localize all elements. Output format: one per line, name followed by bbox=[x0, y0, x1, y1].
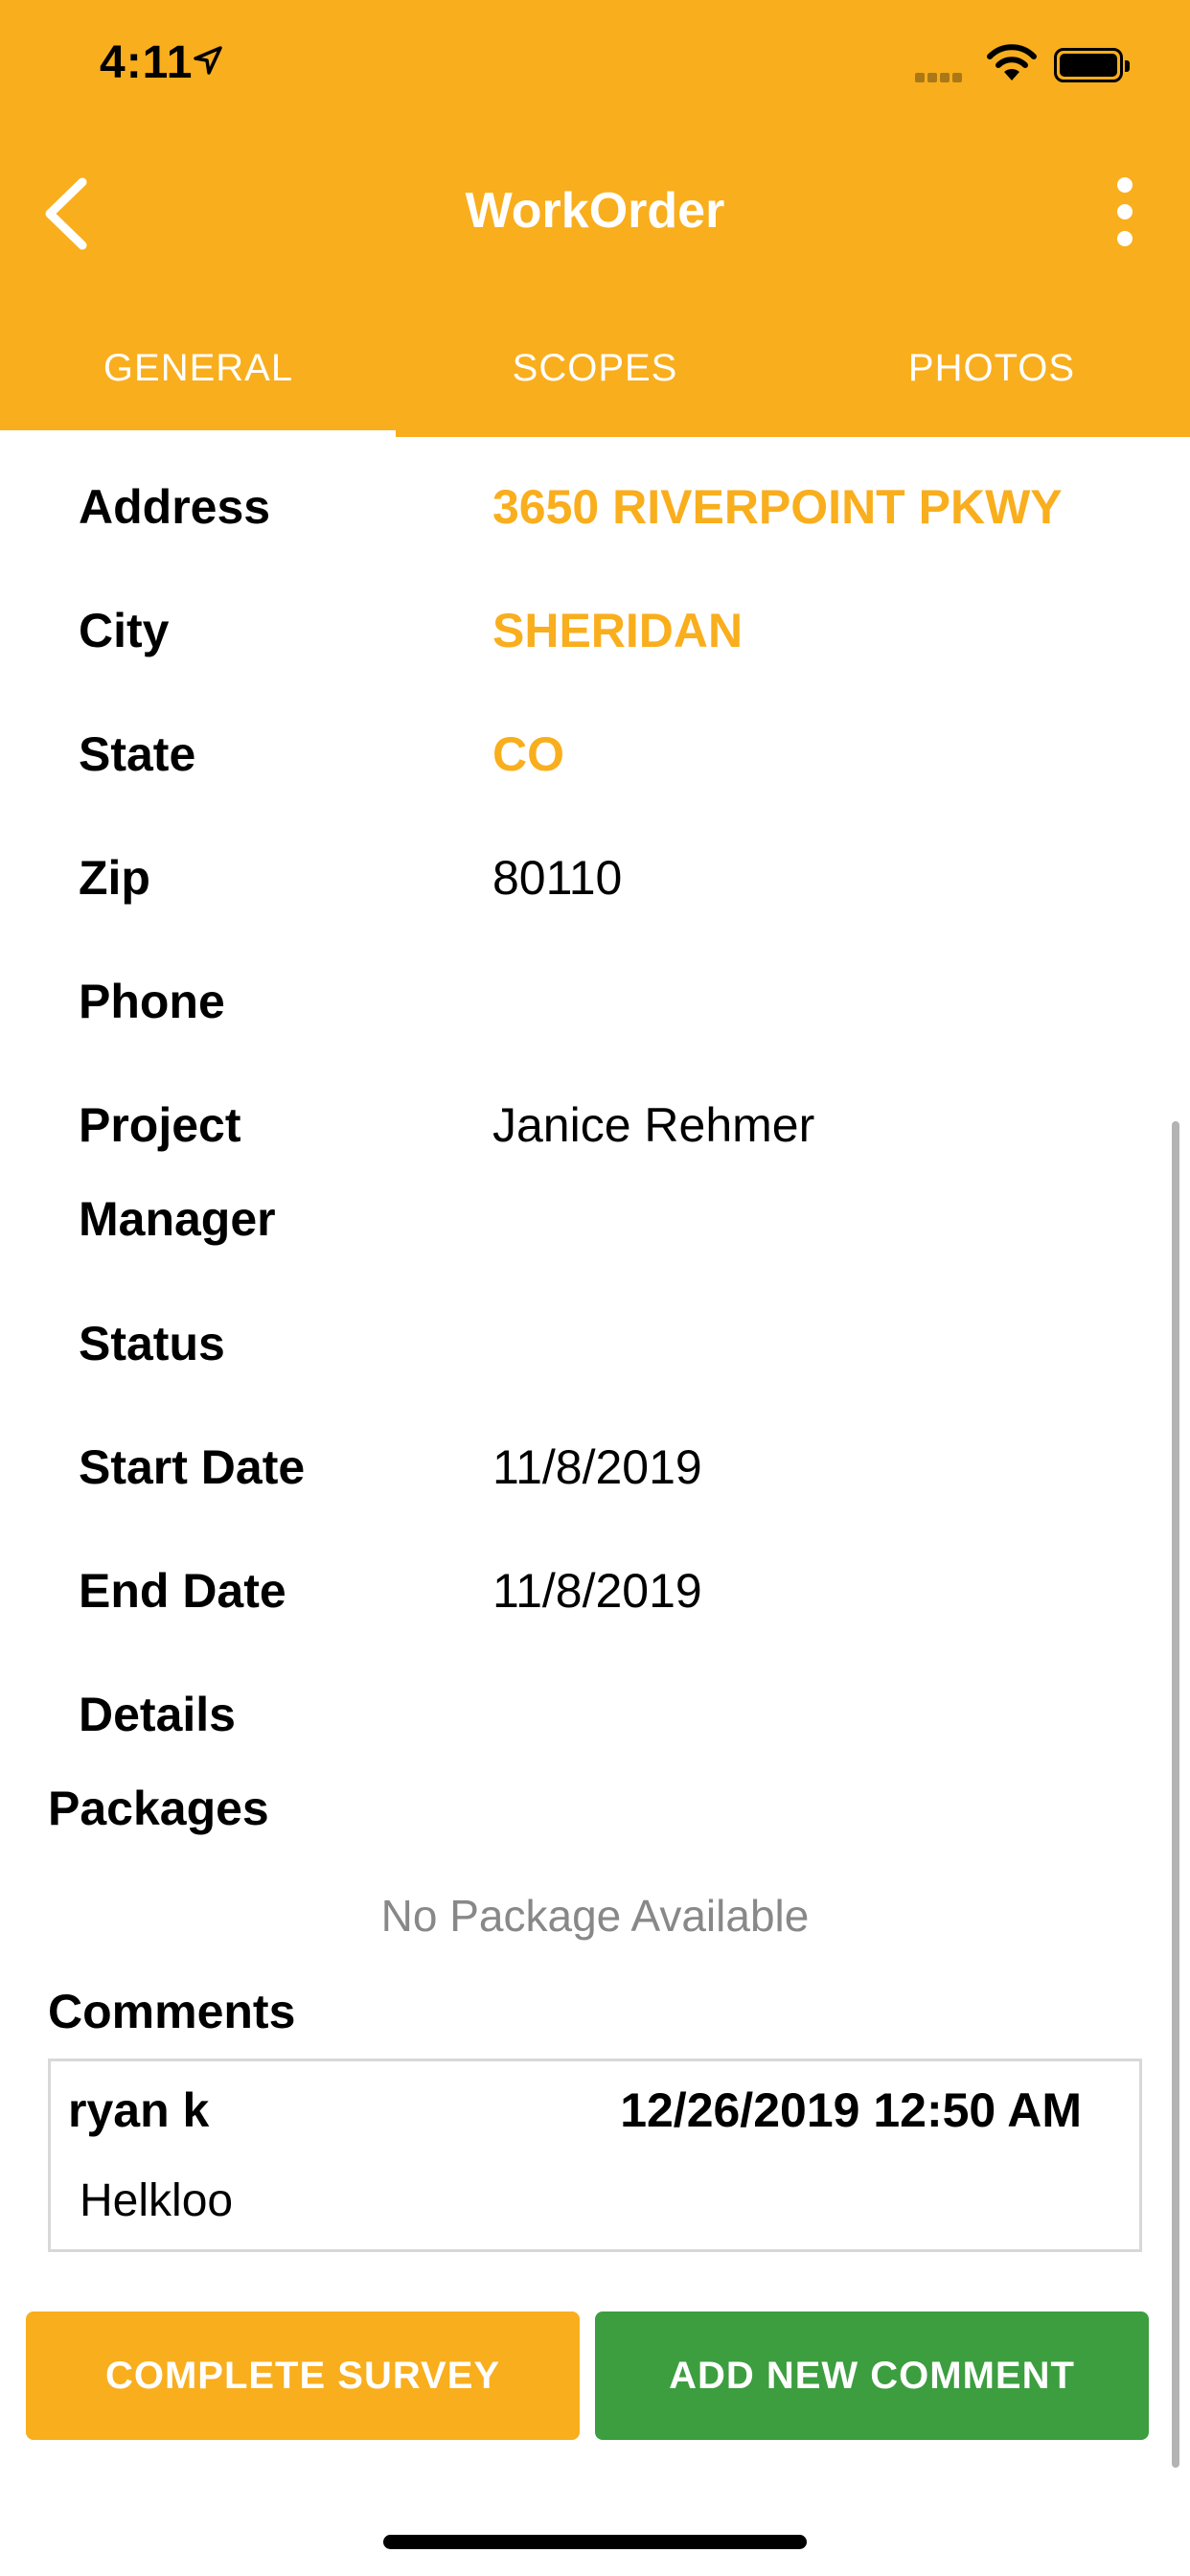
packages-heading: Packages bbox=[48, 1782, 269, 1835]
scrollbar[interactable] bbox=[1172, 1121, 1179, 2468]
address-link[interactable]: 3650 RIVERPOINT PKWY bbox=[492, 473, 1063, 540]
comments-heading: Comments bbox=[48, 1985, 296, 2038]
field-label: End Date bbox=[79, 1564, 286, 1618]
field-value: 11/8/2019 bbox=[492, 1440, 702, 1494]
more-vertical-icon bbox=[1117, 177, 1133, 193]
app-header: 4:11 WorkOrder GENERAL SCOPES PHOTOS bbox=[0, 0, 1190, 437]
status-time: 4:11 bbox=[100, 37, 194, 88]
field-label: Phone bbox=[79, 975, 225, 1028]
field-value: 80110 bbox=[492, 851, 623, 905]
field-label: Address bbox=[79, 480, 271, 534]
battery-icon bbox=[1054, 48, 1130, 82]
no-packages-text: No Package Available bbox=[380, 1891, 810, 1941]
field-label: State bbox=[79, 727, 196, 781]
page-title: WorkOrder bbox=[465, 183, 725, 239]
field-label: Details bbox=[79, 1688, 236, 1741]
field-label: City bbox=[79, 604, 170, 657]
tab-general[interactable]: GENERAL bbox=[0, 326, 397, 437]
comment-card: ryan k 12/26/2019 12:50 AM Helkloo bbox=[48, 2058, 1142, 2252]
tab-photos[interactable]: PHOTOS bbox=[793, 326, 1190, 437]
comment-text: Helkloo bbox=[80, 2175, 234, 2226]
field-label: Start Date bbox=[79, 1440, 306, 1494]
home-indicator bbox=[383, 2535, 807, 2549]
field-label: Status bbox=[79, 1317, 225, 1370]
cellular-signal-icon bbox=[915, 70, 965, 87]
comment-date: 12/26/2019 12:50 AM bbox=[620, 2083, 1082, 2137]
state-link[interactable]: CO bbox=[492, 721, 564, 788]
tab-bar: GENERAL SCOPES PHOTOS bbox=[0, 326, 1190, 437]
location-arrow-icon bbox=[194, 46, 222, 75]
field-label: Zip bbox=[79, 851, 150, 905]
field-value: 11/8/2019 bbox=[492, 1564, 702, 1618]
field-value: Janice Rehmer bbox=[492, 1098, 815, 1152]
add-new-comment-button[interactable]: ADD NEW COMMENT bbox=[595, 2312, 1149, 2440]
field-label: Project Manager bbox=[79, 1098, 276, 1246]
city-link[interactable]: SHERIDAN bbox=[492, 597, 743, 664]
more-options-button[interactable] bbox=[1108, 177, 1142, 254]
complete-survey-button[interactable]: COMPLETE SURVEY bbox=[26, 2312, 580, 2440]
active-tab-indicator bbox=[0, 430, 396, 437]
wifi-icon bbox=[987, 44, 1037, 80]
tab-scopes[interactable]: SCOPES bbox=[397, 326, 793, 437]
comment-author: ryan k bbox=[68, 2083, 210, 2137]
